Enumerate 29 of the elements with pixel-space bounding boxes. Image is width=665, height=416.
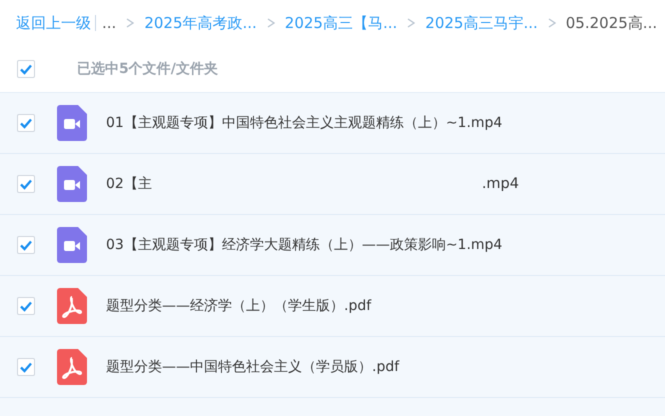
file-row[interactable]: 02【主 .mp4	[0, 154, 665, 215]
breadcrumb-item: 05.2025高...	[566, 14, 658, 32]
file-name: 题型分类——经济学（上）（学生版）.pdf	[106, 297, 372, 315]
video-file-icon	[57, 105, 87, 141]
checkbox[interactable]	[17, 60, 35, 78]
file-name: 02【主	[106, 175, 152, 193]
file-row[interactable]: 01【主观题专项】中国特色社会主义主观题精练（上）~1.mp4	[0, 93, 665, 154]
selection-status: 已选中5个文件/文件夹	[77, 60, 218, 78]
pdf-file-icon	[57, 288, 87, 324]
chevron-icon	[126, 18, 134, 28]
checkbox[interactable]	[17, 297, 35, 315]
checkbox[interactable]	[17, 114, 35, 132]
chevron-icon	[266, 18, 275, 28]
video-file-icon	[57, 227, 87, 263]
pdf-file-icon	[57, 349, 87, 385]
video-file-icon	[57, 166, 87, 202]
checkbox[interactable]	[17, 236, 35, 254]
file-row[interactable]: 题型分类——中国特色社会主义（学员版）.pdf	[0, 337, 665, 398]
file-name: 01【主观题专项】中国特色社会主义主观题精练（上）~1.mp4	[106, 114, 502, 132]
file-name: 03【主观题专项】经济学大题精练（上）——政策影响~1.mp4	[106, 236, 502, 254]
checkbox[interactable]	[17, 358, 35, 376]
checkbox[interactable]	[17, 175, 35, 193]
file-name: 题型分类——中国特色社会主义（学员版）.pdf	[106, 358, 400, 376]
breadcrumb-item: ...	[102, 14, 116, 32]
file-name: .mp4	[482, 176, 519, 192]
chevron-icon	[407, 18, 416, 28]
file-row[interactable]: 题型分类——经济学（上）（学生版）.pdf	[0, 276, 665, 337]
file-row[interactable]: 03【主观题专项】经济学大题精练（上）——政策影响~1.mp4	[0, 215, 665, 276]
chevron-icon	[548, 18, 556, 28]
